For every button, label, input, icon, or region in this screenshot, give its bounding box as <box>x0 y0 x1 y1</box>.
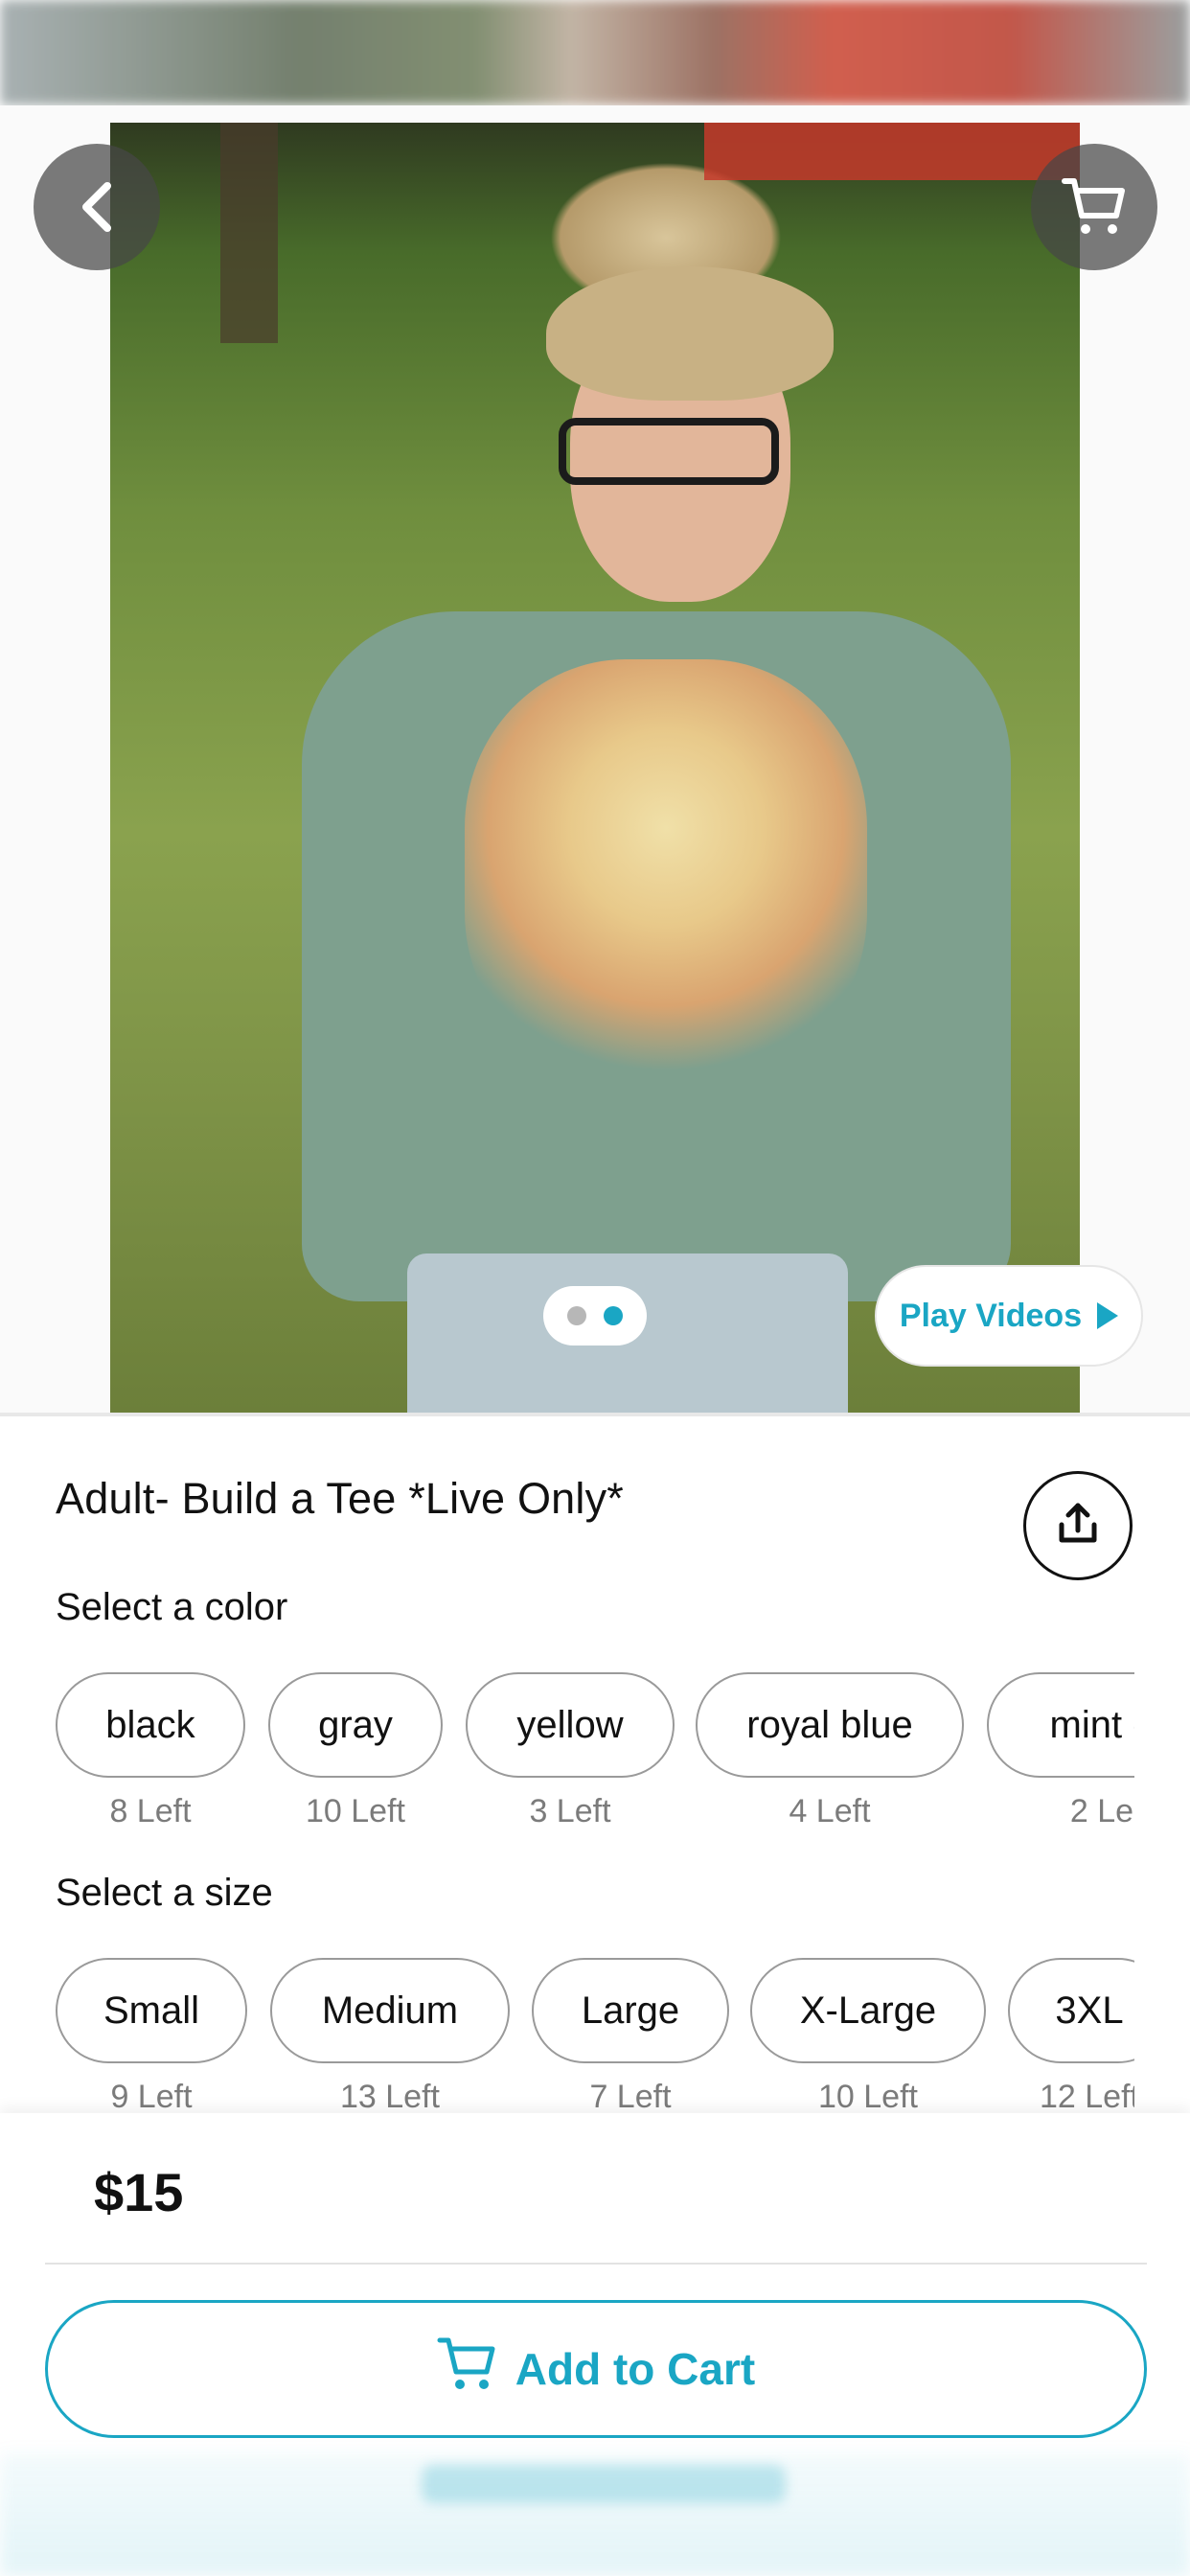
color-option: royal blue 4 Left <box>696 1672 964 1830</box>
color-option: mint g 2 Le <box>987 1672 1134 1830</box>
color-chip-black[interactable]: black <box>56 1672 245 1778</box>
color-chip-gray[interactable]: gray <box>268 1672 443 1778</box>
size-option: Small 9 Left <box>56 1958 247 2113</box>
add-to-cart-label: Add to Cart <box>515 2344 756 2394</box>
size-chip-medium[interactable]: Medium <box>270 1958 510 2063</box>
size-option: X-Large 10 Left <box>750 1958 986 2113</box>
cart-icon <box>1061 175 1128 239</box>
share-button[interactable] <box>1023 1471 1133 1580</box>
color-option: black 8 Left <box>56 1672 245 1830</box>
chevron-left-icon <box>75 180 119 234</box>
photo-barn <box>704 123 1080 180</box>
bottom-blur-reflection <box>422 2465 786 2503</box>
background-blur-overlay <box>0 0 1190 105</box>
stock-count: 10 Left <box>818 2079 918 2113</box>
play-videos-button[interactable]: Play Videos <box>875 1265 1143 1367</box>
cart-icon <box>437 2335 498 2404</box>
stock-count: 9 Left <box>110 2079 193 2113</box>
color-option: gray 10 Left <box>268 1672 443 1830</box>
back-button[interactable] <box>34 144 160 270</box>
play-icon <box>1097 1302 1119 1329</box>
photo-shirt-print <box>465 659 867 1081</box>
color-chip-royal-blue[interactable]: royal blue <box>696 1672 964 1778</box>
product-price: $15 <box>94 2162 184 2222</box>
size-option: Large 7 Left <box>532 1958 729 2113</box>
stock-count: 4 Left <box>789 1793 871 1829</box>
product-photo[interactable] <box>110 123 1080 1413</box>
hero-divider <box>0 1413 1190 1416</box>
page-dot-1 <box>567 1306 586 1325</box>
color-options: black 8 Left gray 10 Left yellow 3 Left … <box>56 1672 1134 1854</box>
size-chip-x-large[interactable]: X-Large <box>750 1958 986 2063</box>
size-chip-large[interactable]: Large <box>532 1958 729 2063</box>
photo-tree <box>220 123 278 343</box>
size-option: Medium 13 Left <box>270 1958 510 2113</box>
add-to-cart-button[interactable]: Add to Cart <box>45 2300 1147 2438</box>
cart-button[interactable] <box>1031 144 1157 270</box>
stock-count: 3 Left <box>529 1793 611 1829</box>
stock-count: 10 Left <box>306 1793 405 1829</box>
stock-count: 7 Left <box>589 2079 672 2113</box>
size-chip-3xl[interactable]: 3XL <box>1008 1958 1134 2063</box>
color-section-label: Select a color <box>56 1586 288 1628</box>
size-chip-small[interactable]: Small <box>56 1958 247 2063</box>
product-title: Adult- Build a Tee *Live Only* <box>56 1474 624 1523</box>
color-chip-mint[interactable]: mint g <box>987 1672 1134 1778</box>
share-icon <box>1054 1500 1102 1552</box>
play-videos-label: Play Videos <box>899 1297 1083 1334</box>
color-chip-yellow[interactable]: yellow <box>466 1672 675 1778</box>
size-option: 3XL 12 Left <box>1008 1958 1134 2113</box>
media-page-indicator[interactable] <box>543 1286 647 1346</box>
stock-count: 12 Left <box>1040 2079 1134 2113</box>
size-options: Small 9 Left Medium 13 Left Large 7 Left… <box>56 1958 1134 2113</box>
stock-count: 8 Left <box>109 1793 192 1829</box>
size-section-label: Select a size <box>56 1872 273 1914</box>
stock-count: 2 Le <box>1069 1793 1134 1829</box>
checkout-divider <box>45 2263 1147 2265</box>
stock-count: 13 Left <box>340 2079 440 2113</box>
page-dot-2-active <box>604 1306 623 1325</box>
photo-glasses <box>559 418 779 485</box>
photo-hair <box>546 266 834 401</box>
color-option: yellow 3 Left <box>466 1672 675 1830</box>
